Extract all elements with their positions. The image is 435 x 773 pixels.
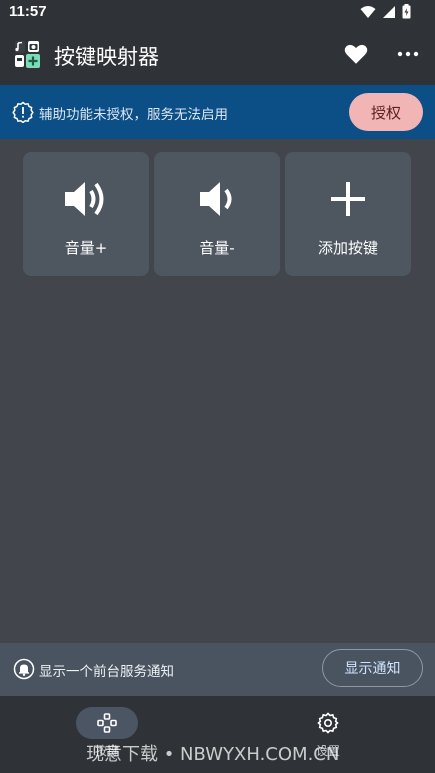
heart-icon[interactable]	[343, 41, 369, 67]
key-label: 添加按键	[317, 239, 378, 257]
key-grid: 音量+ 音量- 添加按键	[23, 152, 411, 276]
watermark: 现意下载 • NBWYXH.COM.CN	[86, 744, 340, 765]
status-bar: 11:57	[0, 0, 435, 24]
key-card-volume-up[interactable]: 音量+	[23, 152, 149, 276]
show-notification-button[interactable]: 显示通知	[322, 649, 423, 687]
notice-message: 显示一个前台服务通知	[39, 664, 174, 680]
key-label: 音量-	[199, 239, 235, 257]
plus-icon	[331, 182, 365, 216]
bell-icon	[13, 658, 35, 680]
gear-icon	[317, 712, 339, 734]
more-icon[interactable]	[396, 41, 420, 67]
volume-up-icon	[65, 182, 104, 216]
status-time: 11:57	[9, 3, 47, 20]
warning-gear-icon	[12, 101, 34, 123]
battery-icon	[402, 4, 411, 19]
app-bar: 按键映射器	[0, 24, 435, 85]
foreground-service-notice: 显示一个前台服务通知 显示通知	[0, 643, 435, 696]
key-card-add-key[interactable]: 添加按键	[285, 152, 411, 276]
app-title: 按键映射器	[54, 45, 159, 69]
key-label: 音量+	[64, 239, 108, 257]
accessibility-warning-banner: 辅助功能未授权，服务无法启用 授权	[0, 85, 435, 139]
authorize-button[interactable]: 授权	[349, 93, 423, 131]
wifi-icon	[360, 5, 376, 18]
key-card-volume-down[interactable]: 音量-	[154, 152, 280, 276]
volume-down-icon	[200, 182, 232, 216]
gamepad-icon	[97, 713, 117, 733]
status-icons	[360, 4, 411, 19]
signal-icon	[383, 5, 395, 18]
banner-message: 辅助功能未授权，服务无法启用	[39, 107, 228, 123]
app-logo-icon	[12, 39, 42, 69]
